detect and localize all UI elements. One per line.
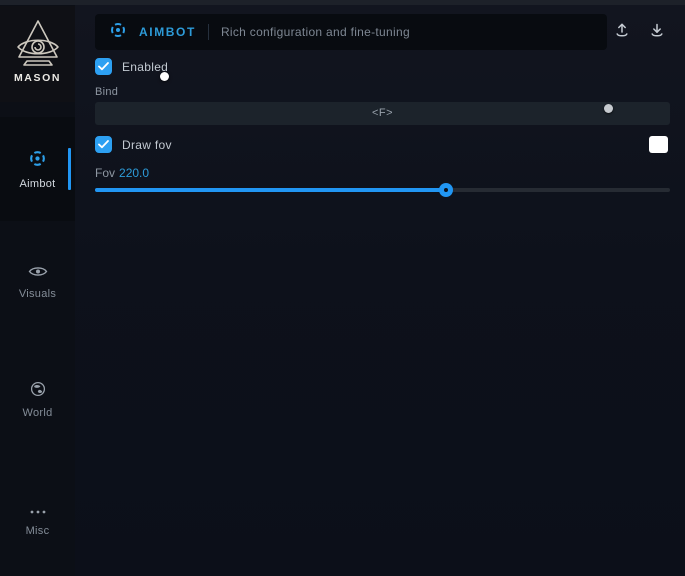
sidebar-item-label: Aimbot (19, 178, 55, 190)
brand-logo-block: MASON (0, 6, 75, 102)
page-subtitle: Rich configuration and fine-tuning (221, 25, 410, 39)
bind-label: Bind (95, 86, 118, 98)
bind-input-dot (604, 104, 613, 113)
fov-label-row: Fov 220.0 (95, 166, 149, 180)
page-header: AIMBOT Rich configuration and fine-tunin… (95, 14, 607, 50)
fov-slider-handle[interactable] (439, 183, 453, 197)
header-divider (208, 24, 209, 40)
fov-slider[interactable] (95, 188, 670, 192)
main-panel: AIMBOT Rich configuration and fine-tunin… (75, 5, 685, 576)
draw-fov-label: Draw fov (122, 138, 172, 152)
upload-config-button[interactable] (609, 19, 635, 45)
eye-icon (28, 265, 48, 283)
eye-pyramid-icon (15, 17, 61, 69)
brand-name: MASON (14, 72, 61, 84)
sidebar-item-misc[interactable]: Misc (0, 490, 75, 548)
sidebar-item-label: World (22, 407, 52, 419)
download-config-button[interactable] (644, 19, 670, 45)
fov-label: Fov (95, 166, 115, 180)
fov-slider-fill (95, 188, 446, 192)
enabled-label: Enabled (122, 60, 168, 74)
sidebar-item-aimbot[interactable]: Aimbot (0, 117, 75, 221)
page-title: AIMBOT (139, 25, 196, 39)
download-icon (648, 21, 666, 44)
crosshair-icon (28, 149, 47, 173)
sidebar-item-world[interactable]: World (0, 371, 75, 429)
active-tab-indicator (68, 148, 71, 190)
sidebar-item-visuals[interactable]: Visuals (0, 253, 75, 311)
upload-icon (613, 21, 631, 44)
checkmark-icon (98, 140, 109, 149)
ellipsis-icon (29, 502, 47, 520)
sidebar-item-label: Visuals (19, 288, 56, 300)
draw-fov-row: Draw fov (95, 136, 172, 153)
bind-key-input[interactable]: <F> (95, 102, 670, 125)
mouse-cursor-dot (160, 72, 169, 81)
sidebar: MASON Aimbot Visuals (0, 5, 75, 576)
enabled-row: Enabled (95, 58, 168, 75)
crosshair-icon (109, 21, 127, 44)
enabled-checkbox[interactable] (95, 58, 112, 75)
fov-value: 220.0 (119, 166, 149, 180)
fov-color-swatch[interactable] (649, 136, 668, 153)
sidebar-item-label: Misc (26, 525, 50, 537)
globe-icon (30, 381, 46, 402)
checkmark-icon (98, 62, 109, 71)
draw-fov-checkbox[interactable] (95, 136, 112, 153)
app-window: MASON Aimbot Visuals (0, 0, 685, 576)
